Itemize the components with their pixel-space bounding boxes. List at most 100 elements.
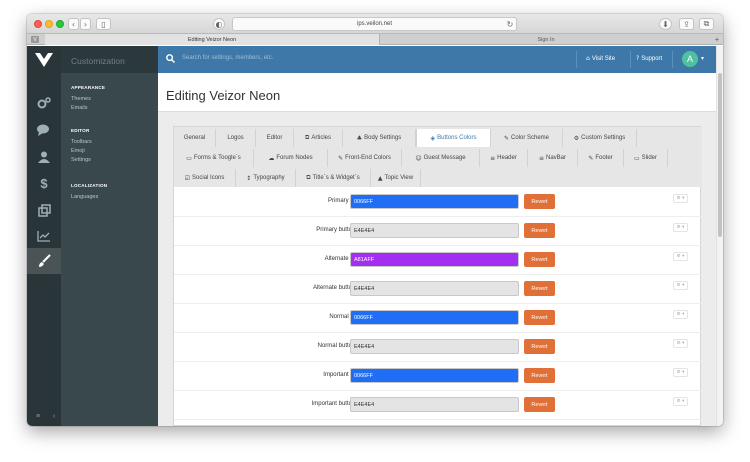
visit-site-link[interactable]: ⌂ Visit Site <box>586 55 615 62</box>
rail-bottom: ≡ ‹ <box>27 412 61 426</box>
forms-icon: ▭ <box>186 154 192 162</box>
tab-label: Header <box>497 155 517 161</box>
tab-buttons-colors[interactable]: ◈ Buttons Colors <box>416 129 491 147</box>
tab-label: General <box>183 135 206 141</box>
tab-label: NavBar <box>546 155 567 161</box>
close-window-button[interactable] <box>34 20 42 28</box>
tab-topic-view[interactable]: ▲ Topic View <box>371 169 421 187</box>
tab-label: Title`s & Widget`s <box>312 175 360 181</box>
zoom-window-button[interactable] <box>56 20 64 28</box>
tab-forum-nodes[interactable]: ☁ Forum Nodes <box>254 149 328 167</box>
avatar[interactable]: A <box>682 51 698 67</box>
scrollbar-thumb[interactable] <box>718 73 722 237</box>
subnav-item-settings[interactable]: Settings <box>71 157 91 163</box>
revert-button[interactable]: Revert <box>524 194 555 209</box>
pinned-tab-icon[interactable]: V <box>31 36 39 43</box>
menu-icon[interactable]: ≡ <box>36 413 40 420</box>
browser-tab-editing[interactable]: Editing Veizor Neon <box>45 34 380 45</box>
line-chart-icon[interactable] <box>35 228 53 244</box>
paint-brush-icon[interactable] <box>35 253 53 269</box>
color-value-input[interactable]: 0066FF <box>350 310 519 325</box>
tab-navbar[interactable]: ≡ NavBar <box>528 149 578 167</box>
tab-label: Forms & Toogle`s <box>193 155 241 161</box>
browser-tab-signin[interactable]: Sign In <box>381 34 711 45</box>
search-icon[interactable] <box>166 54 176 65</box>
subnav-item-languages[interactable]: Languages <box>71 194 98 200</box>
comments-icon[interactable] <box>35 122 53 138</box>
subnav-item-themes[interactable]: Themes <box>71 96 91 102</box>
gear-icon[interactable]: ⚙ ▾ <box>673 281 688 290</box>
reload-icon[interactable]: ↻ <box>505 18 515 30</box>
tab-color-scheme[interactable]: ✎ Color Scheme <box>491 129 563 147</box>
revert-button[interactable]: Revert <box>524 252 555 267</box>
tab-forms-toggles[interactable]: ▭ Forms & Toogle`s <box>174 149 254 167</box>
user-icon[interactable] <box>35 149 53 165</box>
gear-icon[interactable]: ⚙ ▾ <box>673 310 688 319</box>
tab-front-end-colors[interactable]: ✎ Front-End Colors <box>328 149 402 167</box>
question-icon: ? <box>636 55 640 62</box>
revert-button[interactable]: Revert <box>524 310 555 325</box>
address-bar[interactable]: ips.veilon.net <box>232 17 517 31</box>
subnav-item-toolbars[interactable]: Toolbars <box>71 139 92 145</box>
revert-button[interactable]: Revert <box>524 223 555 238</box>
dollar-icon[interactable]: $ <box>35 175 53 191</box>
subnav-item-emoji[interactable]: Emoji <box>71 148 85 154</box>
color-value-input[interactable]: 0066FF <box>350 194 519 209</box>
gear-icon[interactable]: ⚙ ▾ <box>673 252 688 261</box>
collapse-icon[interactable]: ‹ <box>53 413 55 420</box>
support-label: Support <box>641 55 663 62</box>
browser-window: ‹ › ▯ ◐ ips.veilon.net ↻ ⬇ ⇪ ⧉ V Editing… <box>27 14 723 426</box>
color-value-input[interactable]: E4E4E4 <box>350 339 519 354</box>
revert-button[interactable]: Revert <box>524 397 555 412</box>
gear-icon[interactable]: ⚙ ▾ <box>673 397 688 406</box>
tab-custom-settings[interactable]: ⚙ Custom Settings <box>563 129 637 147</box>
tab-guest-message[interactable]: ☺ Guest Message <box>402 149 480 167</box>
color-value-input[interactable]: E4E4E4 <box>350 397 519 412</box>
tab-logos[interactable]: Logos <box>216 129 256 147</box>
topbar-divider <box>576 51 577 68</box>
tabs-overview-icon[interactable]: ⧉ <box>699 18 714 30</box>
tab-header[interactable]: ≡ Header <box>480 149 528 167</box>
tab-titles-widgets[interactable]: ⧉ Title`s & Widget`s <box>296 169 371 187</box>
gear-icon[interactable]: ⚙ ▾ <box>673 368 688 377</box>
tab-body-settings[interactable]: ♣ Body Settings <box>343 129 416 147</box>
clone-icon[interactable] <box>35 202 53 218</box>
brand-v-icon[interactable] <box>27 46 61 73</box>
revert-button[interactable]: Revert <box>524 368 555 383</box>
tab-label: Front-End Colors <box>345 155 391 161</box>
color-value-input[interactable]: E4E4E4 <box>350 223 519 238</box>
chevron-down-icon[interactable]: ▾ <box>701 55 704 62</box>
minimize-window-button[interactable] <box>45 20 53 28</box>
search-input[interactable]: Search for settings, members, etc. <box>182 55 273 61</box>
revert-button[interactable]: Revert <box>524 339 555 354</box>
share-icon[interactable]: ⇪ <box>679 18 694 30</box>
color-setting-row: Important button 0066FF Revert ⚙ ▾ <box>174 362 702 391</box>
forum-nodes-icon: ☁ <box>268 154 275 162</box>
page-scrollbar[interactable] <box>716 46 723 426</box>
privacy-shield-icon[interactable]: ◐ <box>213 18 225 30</box>
tab-label: Guest Message <box>423 155 466 161</box>
tab-general[interactable]: General <box>174 129 216 147</box>
tab-typography[interactable]: ↕ Typography <box>236 169 296 187</box>
back-icon[interactable]: ‹ <box>68 18 79 30</box>
subnav-item-emails[interactable]: Emails <box>71 105 88 111</box>
gear-icon[interactable]: ⚙ ▾ <box>673 339 688 348</box>
download-icon[interactable]: ⬇ <box>659 18 672 30</box>
color-value-input[interactable]: E4E4E4 <box>350 281 519 296</box>
tab-label: Color Scheme <box>511 135 550 141</box>
color-value-input[interactable]: A81AFF <box>350 252 519 267</box>
forward-icon[interactable]: › <box>80 18 91 30</box>
tab-editor[interactable]: Editor <box>256 129 294 147</box>
new-tab-button[interactable]: + <box>711 34 723 45</box>
revert-button[interactable]: Revert <box>524 281 555 296</box>
gear-icon[interactable]: ⚙ ▾ <box>673 194 688 203</box>
support-link[interactable]: ? Support <box>636 55 662 62</box>
gear-icon[interactable]: ⚙ ▾ <box>673 223 688 232</box>
sidebar-toggle-icon[interactable]: ▯ <box>96 18 111 30</box>
gears-icon[interactable] <box>35 95 53 111</box>
tab-articles[interactable]: ⧉ Articles <box>294 129 343 147</box>
tab-slider[interactable]: ▭ Slider <box>624 149 668 167</box>
tab-footer[interactable]: ✎ Footer <box>578 149 624 167</box>
color-value-input[interactable]: 0066FF <box>350 368 519 383</box>
tab-social-icons[interactable]: ☑ Social Icons <box>174 169 236 187</box>
